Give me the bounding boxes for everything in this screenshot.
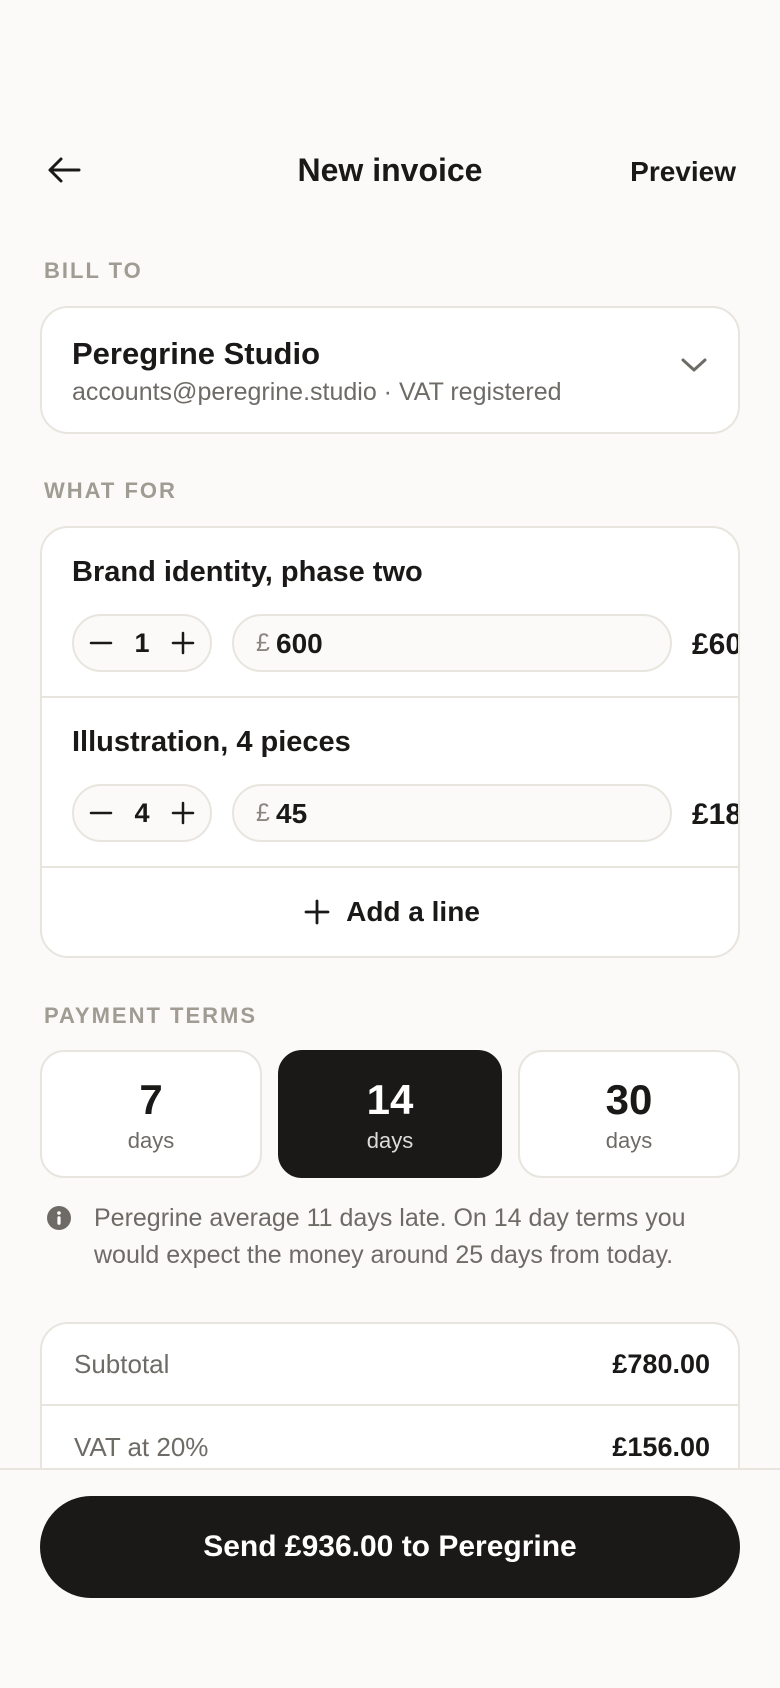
payment-terms-note: Peregrine average 11 days late. On 14 da… — [94, 1204, 686, 1269]
quantity-stepper: 4 — [72, 784, 212, 842]
send-invoice-button[interactable]: Send £936.00 to Peregrine — [40, 1496, 740, 1598]
term-option-7-days[interactable]: 7 days — [40, 1050, 262, 1178]
subtotal-value: £780.00 — [612, 1348, 710, 1379]
client-name: Peregrine Studio — [72, 336, 321, 371]
term-value: 30 — [605, 1076, 653, 1123]
term-option-30-days[interactable]: 30 days — [518, 1050, 740, 1178]
client-selector[interactable]: Peregrine Studio accounts@peregrine.stud… — [40, 306, 740, 434]
plus-icon — [304, 899, 330, 925]
term-value: 14 — [366, 1076, 414, 1123]
preview-button[interactable]: Preview — [630, 152, 736, 192]
payment-terms-label: PAYMENT TERMS — [44, 1003, 258, 1028]
plus-icon[interactable] — [170, 630, 196, 656]
client-details: accounts@peregrine.studio · VAT register… — [72, 378, 562, 406]
currency-symbol: £ — [256, 629, 270, 657]
vat-label: VAT at 20% — [74, 1431, 209, 1462]
term-unit: days — [605, 1128, 653, 1153]
line-total: £180 — [692, 798, 738, 831]
line-total: £600 — [692, 628, 738, 661]
unit-price-value: 600 — [276, 628, 323, 659]
line-item-name[interactable]: Illustration, 4 pieces — [72, 726, 351, 759]
bottom-action-bar: Send £936.00 to Peregrine — [0, 1468, 780, 1688]
line-item-name[interactable]: Brand identity, phase two — [72, 556, 423, 589]
currency-symbol: £ — [256, 799, 270, 827]
quantity-stepper: 1 — [72, 614, 212, 672]
unit-price-input[interactable]: £ 600 — [232, 614, 672, 672]
term-option-14-days[interactable]: 14 days — [278, 1050, 502, 1178]
line-item: Illustration, 4 pieces 4 £ 45 £180 — [42, 698, 738, 868]
line-item: Brand identity, phase two 1 £ 600 £600 — [42, 528, 738, 698]
what-for-label: WHAT FOR — [44, 478, 177, 503]
info-icon — [47, 1206, 71, 1230]
term-unit: days — [366, 1128, 414, 1153]
add-line-button[interactable]: Add a line — [42, 868, 738, 956]
top-bar: New invoice Preview — [0, 140, 780, 200]
vat-value: £156.00 — [612, 1431, 710, 1462]
subtotal-row: Subtotal £780.00 — [42, 1324, 738, 1406]
term-value: 7 — [139, 1076, 163, 1123]
plus-icon[interactable] — [170, 800, 196, 826]
subtotal-label: Subtotal — [74, 1348, 170, 1379]
unit-price-input[interactable]: £ 45 — [232, 784, 672, 842]
bill-to-label: BILL TO — [44, 258, 143, 283]
chevron-down-icon — [681, 358, 707, 372]
line-items-card: Brand identity, phase two 1 £ 600 £600 I… — [40, 526, 740, 958]
unit-price-value: 45 — [276, 798, 308, 829]
add-line-label: Add a line — [346, 896, 480, 927]
term-unit: days — [127, 1128, 175, 1153]
